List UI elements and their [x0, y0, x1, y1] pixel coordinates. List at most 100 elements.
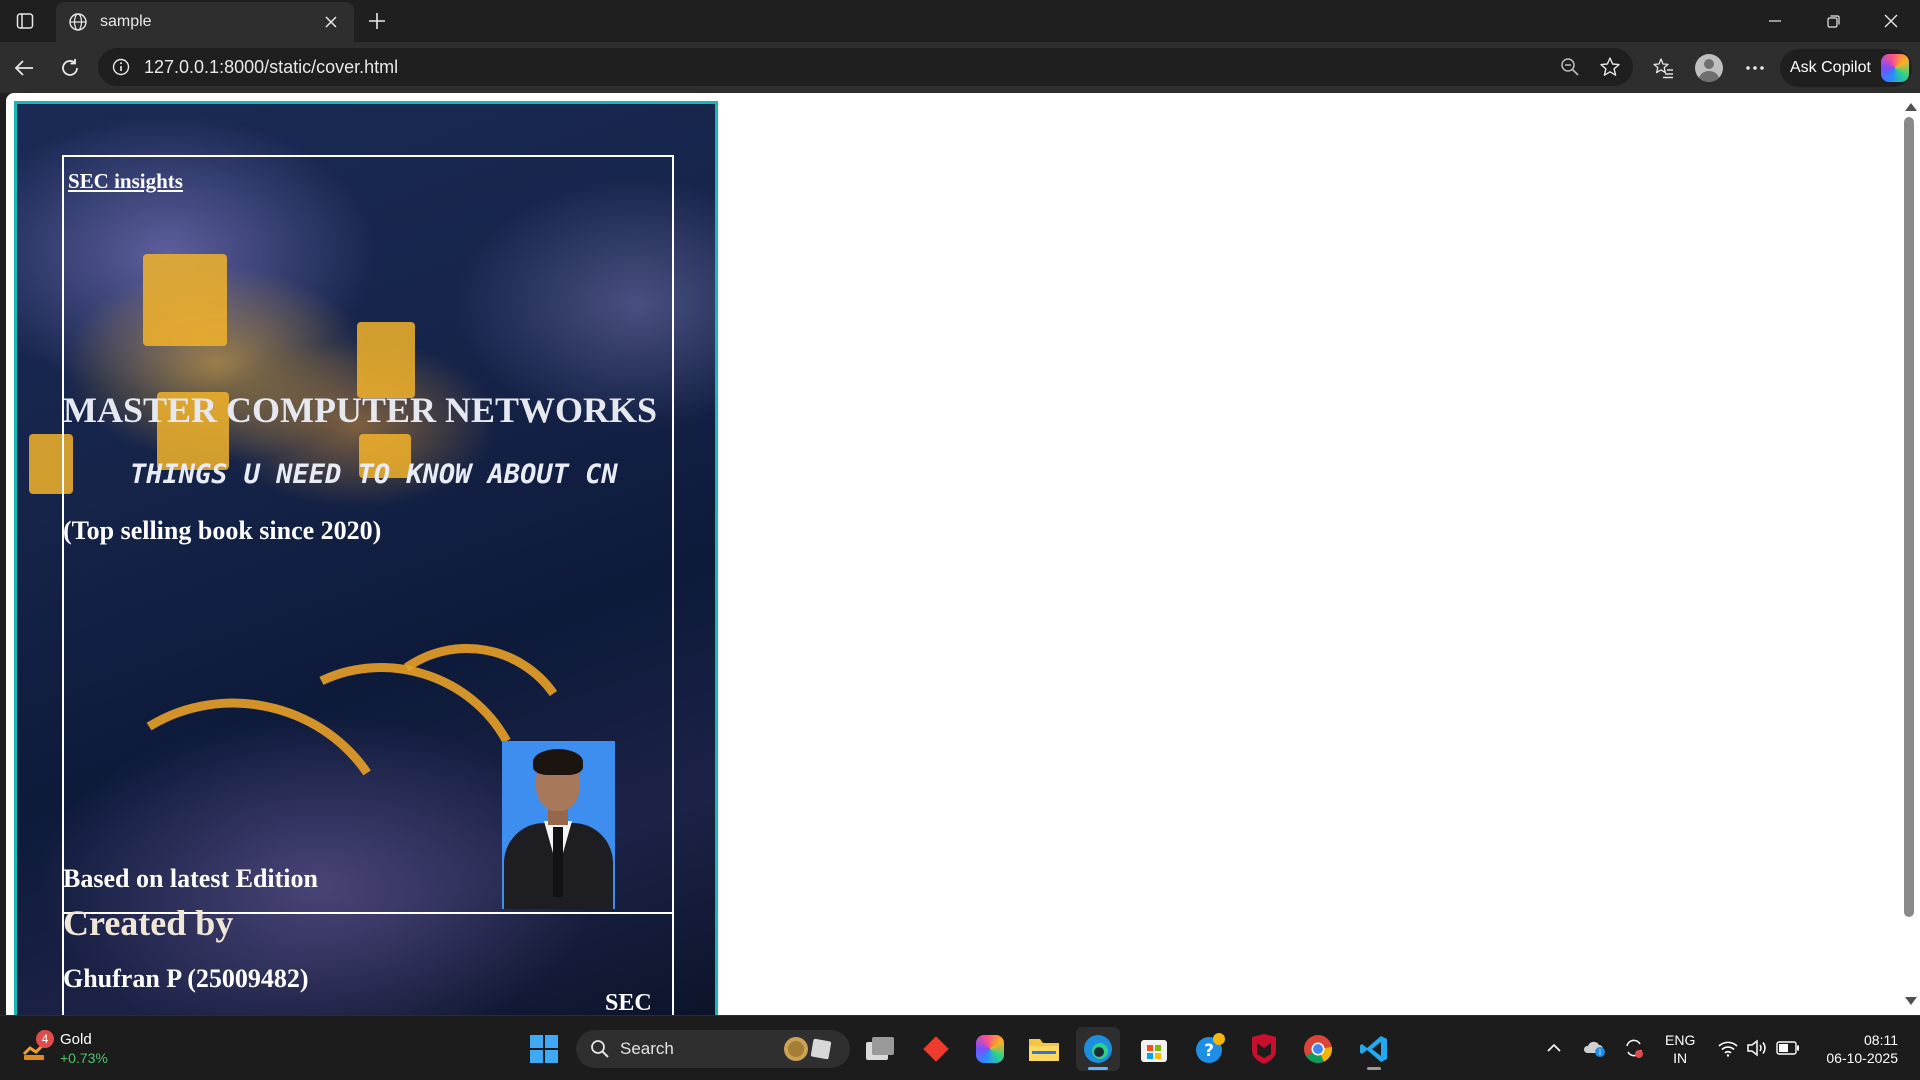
scroll-down-arrow[interactable]: [1905, 997, 1917, 1005]
scroll-thumb[interactable]: [1904, 117, 1914, 917]
file-explorer-app[interactable]: [1022, 1027, 1066, 1071]
battery-icon: [1776, 1041, 1799, 1055]
restore-button[interactable]: [1804, 0, 1862, 42]
vscode-app[interactable]: [1352, 1027, 1396, 1071]
created-by-heading: Created by: [63, 903, 234, 943]
vscode-icon: [1360, 1036, 1387, 1062]
minimize-button[interactable]: [1746, 0, 1804, 42]
refresh-button[interactable]: [54, 52, 86, 84]
close-icon: [325, 16, 337, 28]
anydesk-icon: [923, 1036, 949, 1062]
favorites-button[interactable]: [1646, 51, 1680, 85]
page-scrollbar[interactable]: [1898, 93, 1920, 1015]
zoom-out-icon: [1561, 58, 1579, 76]
book-cover: SEC insights MASTER COMPUTER NETWORKS TH…: [14, 101, 718, 1015]
mcafee-icon: [1252, 1034, 1276, 1064]
battery-tray[interactable]: [1774, 1034, 1802, 1062]
store-app[interactable]: [1132, 1027, 1176, 1071]
favorite-star-button[interactable]: [1594, 52, 1626, 82]
ask-copilot-button[interactable]: Ask Copilot: [1780, 49, 1912, 87]
chevron-up-icon: [1547, 1043, 1561, 1052]
windows-taskbar: 4 Gold +0.73% Search ? i ENG IN 08:11 06…: [0, 1015, 1920, 1080]
tab-close-button[interactable]: [320, 11, 342, 33]
favorites-icon: [1653, 58, 1673, 79]
copilot-app[interactable]: [968, 1027, 1012, 1071]
widget-title: Gold: [60, 1031, 92, 1048]
back-button[interactable]: [8, 52, 40, 84]
edge-icon: [1084, 1035, 1112, 1063]
copilot-icon: [1880, 54, 1909, 82]
search-label: Search: [620, 1039, 674, 1058]
volume-tray[interactable]: [1744, 1034, 1772, 1062]
taskbar-search[interactable]: Search: [576, 1030, 850, 1068]
search-icon: [591, 1040, 609, 1058]
system-clock[interactable]: 08:11 06-10-2025: [1814, 1031, 1898, 1067]
book-tagline: (Top selling book since 2020): [63, 516, 382, 545]
market-widget[interactable]: 4 Gold +0.73%: [22, 1030, 108, 1068]
help-icon: ?: [1196, 1033, 1225, 1063]
store-icon: [1141, 1040, 1167, 1062]
windows-start-icon: [530, 1035, 558, 1063]
restore-icon: [1826, 14, 1840, 28]
star-icon: [1600, 57, 1620, 76]
ask-copilot-label: Ask Copilot: [1790, 59, 1871, 76]
task-view-button[interactable]: [858, 1027, 902, 1071]
tab-actions-button[interactable]: [8, 8, 42, 34]
input-language[interactable]: ENG IN: [1665, 1031, 1695, 1067]
sidebar-icon: [16, 13, 34, 29]
refresh-icon: [62, 59, 78, 76]
author-name: Ghufran P (25009482): [63, 964, 309, 993]
profile-icon: [1695, 54, 1723, 82]
svg-text:?: ?: [1204, 1041, 1214, 1061]
page-viewport: SEC insights MASTER COMPUTER NETWORKS TH…: [6, 93, 1898, 1015]
svg-text:i: i: [1599, 1048, 1601, 1057]
onedrive-icon: i: [1583, 1041, 1605, 1057]
lang-code: ENG: [1665, 1032, 1696, 1048]
start-button[interactable]: [522, 1027, 566, 1071]
widget-change: +0.73%: [60, 1050, 108, 1066]
profile-button[interactable]: [1692, 51, 1726, 85]
browser-title-bar: sample: [0, 0, 1920, 42]
sec-stamp: SEC: [605, 990, 652, 1015]
tab-sample[interactable]: sample: [56, 2, 354, 42]
wifi-tray[interactable]: [1714, 1034, 1742, 1062]
region-code: IN: [1673, 1050, 1688, 1066]
notification-badge: 4: [36, 1030, 54, 1048]
wifi-icon: [1718, 1041, 1738, 1057]
scroll-up-arrow[interactable]: [1905, 103, 1917, 111]
brand-link[interactable]: SEC insights: [68, 169, 183, 194]
anydesk-app[interactable]: [914, 1027, 958, 1071]
plus-icon: [369, 13, 385, 29]
edge-app[interactable]: [1076, 1027, 1120, 1071]
url-text[interactable]: 127.0.0.1:8000/static/cover.html: [144, 57, 398, 78]
chrome-app[interactable]: [1296, 1027, 1340, 1071]
onedrive-tray[interactable]: i: [1580, 1034, 1608, 1062]
mcafee-app[interactable]: [1242, 1027, 1286, 1071]
zoom-out-button[interactable]: [1554, 52, 1586, 82]
more-options-button[interactable]: [1738, 51, 1772, 85]
more-icon: [1746, 66, 1764, 70]
back-icon: [14, 60, 33, 76]
book-title: MASTER COMPUTER NETWORKS: [63, 390, 658, 430]
chrome-icon: [1304, 1035, 1333, 1063]
edition-note: Based on latest Edition: [63, 864, 318, 893]
globe-icon: [69, 13, 87, 31]
gold-icon: 4: [22, 1030, 54, 1062]
window-close-button[interactable]: [1862, 0, 1920, 42]
task-view-icon: [866, 1037, 894, 1060]
clock-time: 08:11: [1864, 1032, 1898, 1048]
new-tab-button[interactable]: [362, 6, 392, 36]
tab-title: sample: [100, 13, 152, 30]
show-hidden-icons[interactable]: [1540, 1034, 1568, 1062]
sync-tray[interactable]: [1620, 1034, 1648, 1062]
minimize-icon: [1769, 20, 1781, 22]
info-icon[interactable]: [112, 58, 130, 76]
search-highlight-icon: [784, 1037, 832, 1061]
file-explorer-icon: [1029, 1039, 1059, 1061]
volume-icon: [1747, 1039, 1766, 1057]
browser-toolbar: 127.0.0.1:8000/static/cover.html Ask Cop…: [0, 42, 1920, 93]
address-bar[interactable]: 127.0.0.1:8000/static/cover.html: [98, 48, 1633, 86]
sync-icon: [1626, 1039, 1643, 1058]
clock-date: 06-10-2025: [1826, 1050, 1898, 1066]
help-app[interactable]: ?: [1188, 1027, 1232, 1071]
